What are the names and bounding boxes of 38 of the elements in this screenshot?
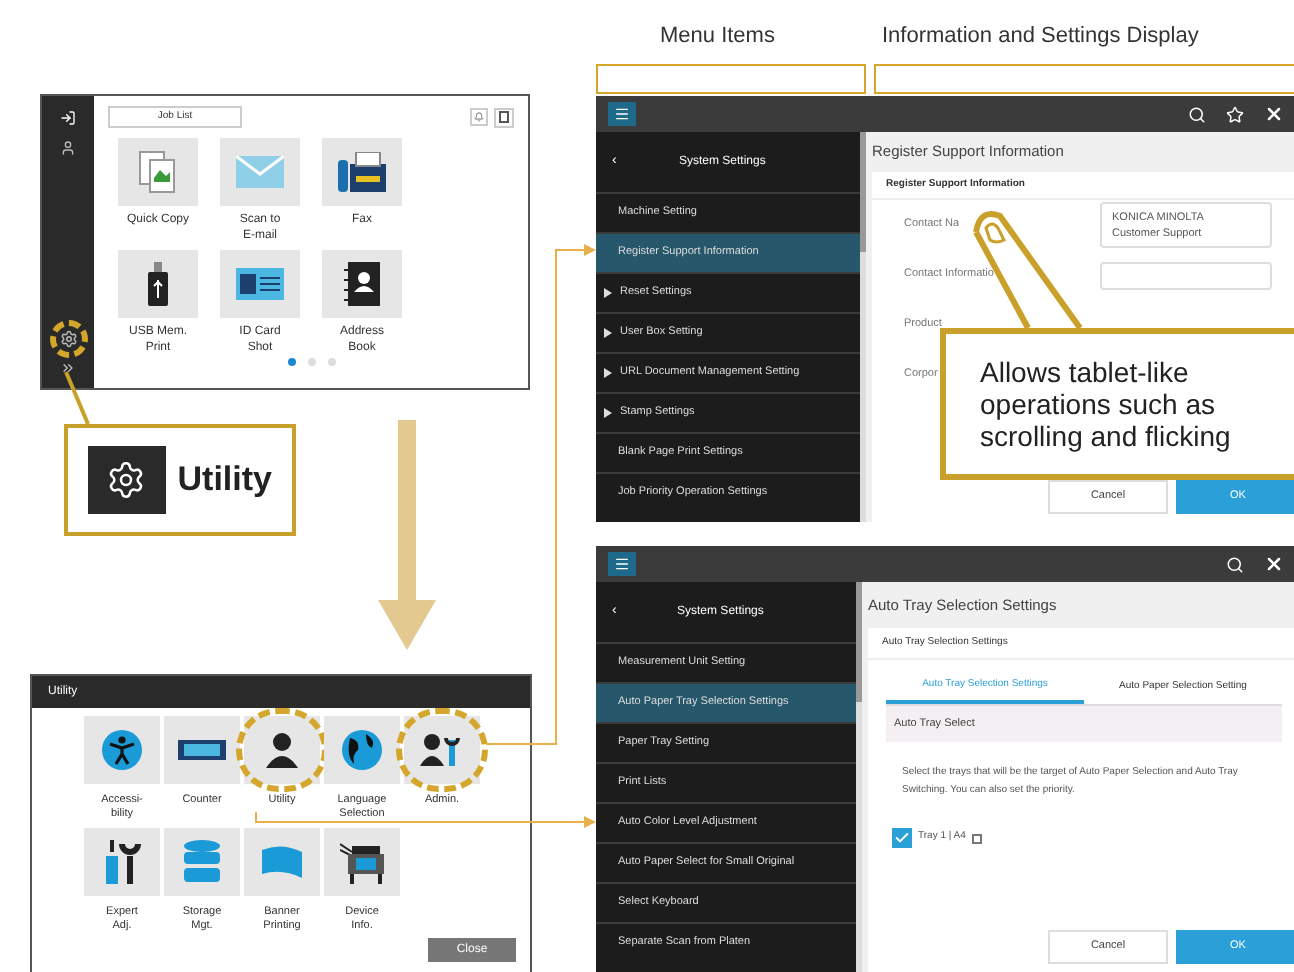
info-display-heading: Information and Settings Display [882, 22, 1199, 52]
callout-text: Allows tablet-like operations such as scrolling and flicking [980, 356, 1233, 452]
star-icon[interactable] [1226, 105, 1244, 123]
user-icon[interactable] [60, 140, 76, 156]
device-icon[interactable] [494, 107, 514, 127]
admin-icon [420, 732, 464, 768]
menu-button[interactable] [608, 102, 636, 126]
close-icon[interactable] [1264, 104, 1284, 124]
callout-label: Utility [177, 458, 272, 503]
menu-icon [614, 556, 630, 572]
settings-icon [106, 460, 147, 500]
banner-icon [262, 846, 302, 878]
copy-icon [138, 150, 178, 194]
menu-items-heading: Menu Items [660, 22, 775, 52]
bell-icon[interactable] [470, 108, 488, 126]
expand-icon[interactable] [60, 360, 76, 376]
paper-icon [971, 833, 982, 843]
settings-icon[interactable] [59, 330, 77, 348]
menu-button[interactable] [608, 552, 636, 576]
printer-icon [340, 840, 384, 884]
text-field[interactable] [1100, 261, 1272, 289]
tools-icon [102, 840, 142, 884]
database-icon [184, 840, 220, 884]
address-book-icon [344, 262, 380, 306]
fax-icon [338, 152, 386, 192]
person-icon [266, 732, 298, 768]
accessibility-icon [102, 730, 142, 770]
logout-icon[interactable] [60, 110, 76, 126]
close-icon[interactable] [1264, 554, 1284, 574]
id-card-icon [236, 268, 284, 300]
usb-icon [148, 262, 168, 306]
search-icon[interactable] [1226, 555, 1244, 573]
checkbox[interactable] [892, 828, 912, 848]
search-icon[interactable] [1188, 105, 1206, 123]
envelope-icon [236, 156, 284, 188]
counter-icon [178, 740, 226, 760]
menu-icon [614, 106, 630, 122]
globe-icon [342, 730, 382, 770]
